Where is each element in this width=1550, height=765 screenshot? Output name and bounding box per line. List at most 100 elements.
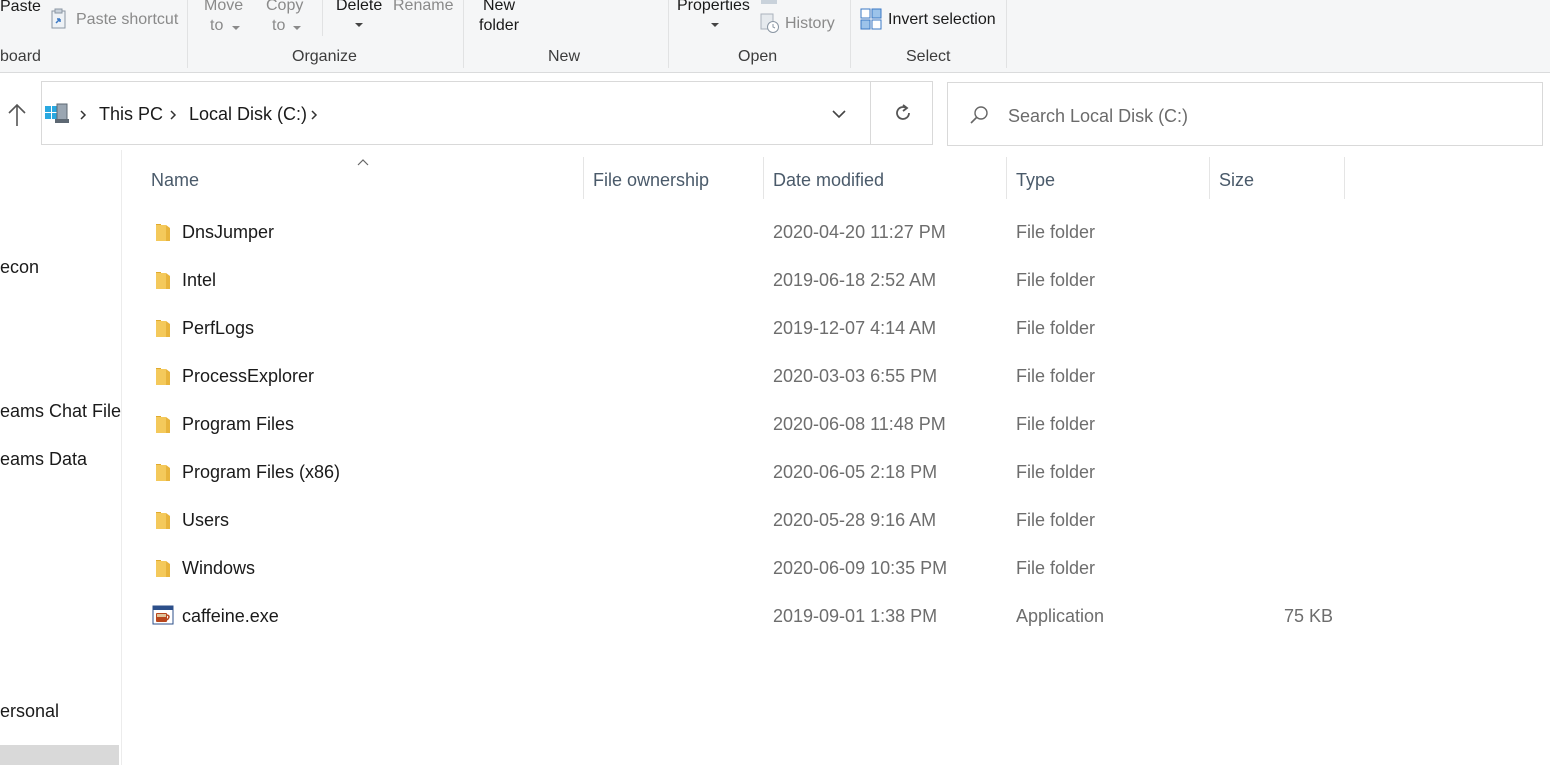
column-separator[interactable] xyxy=(583,157,584,199)
properties-dropdown-icon xyxy=(711,23,719,27)
paste-shortcut-button[interactable]: Paste shortcut xyxy=(50,8,180,34)
open-icon xyxy=(761,0,777,4)
paste-button[interactable]: Paste xyxy=(0,0,41,16)
folder-icon xyxy=(154,366,172,386)
invert-selection-button[interactable]: Invert selection xyxy=(860,8,1000,34)
ribbon-separator xyxy=(850,0,851,68)
breadcrumb-local-disk[interactable]: Local Disk (C:) xyxy=(189,104,307,125)
column-separator[interactable] xyxy=(763,157,764,199)
file-row[interactable]: PerfLogs 2019-12-07 4:14 AM File folder xyxy=(140,306,1350,350)
delete-button[interactable]: Delete xyxy=(335,0,383,41)
history-button[interactable]: History xyxy=(759,12,839,38)
file-row[interactable]: caffeine.exe 2019-09-01 1:38 PM Applicatio… xyxy=(140,594,1350,638)
paste-shortcut-label: Paste shortcut xyxy=(76,11,179,28)
file-row[interactable]: DnsJumper 2020-04-20 11:27 PM File folder xyxy=(140,210,1350,254)
paste-shortcut-icon xyxy=(51,8,66,29)
sort-ascending-icon xyxy=(357,159,369,166)
file-name: Program Files xyxy=(182,414,295,434)
folder-icon xyxy=(154,510,172,530)
file-size: 75 KB xyxy=(1283,606,1333,626)
search-icon xyxy=(970,106,988,124)
new-folder-label-1: New xyxy=(483,0,516,14)
file-row[interactable]: Windows 2020-06-09 10:35 PM File folder xyxy=(140,546,1350,590)
file-name: DnsJumper xyxy=(182,222,275,242)
nav-item-econ[interactable]: econ xyxy=(0,257,39,278)
copy-to-label-1: Copy xyxy=(266,0,304,14)
file-row[interactable]: Program Files 2020-06-08 11:48 PM File fol… xyxy=(140,402,1350,446)
file-date-modified: 2020-06-08 11:48 PM xyxy=(773,414,946,434)
move-to-button[interactable]: Move to xyxy=(203,0,249,41)
rename-button[interactable]: Rename xyxy=(393,0,453,15)
application-icon xyxy=(152,604,174,625)
column-separator[interactable] xyxy=(1344,157,1345,199)
file-date-modified: 2020-04-20 11:27 PM xyxy=(773,222,946,242)
file-row[interactable]: Intel 2019-06-18 2:52 AM File folder xyxy=(140,258,1350,302)
nav-item-selected[interactable] xyxy=(0,745,119,765)
file-row[interactable]: Users 2020-05-28 9:16 AM File folder xyxy=(140,498,1350,542)
ribbon: Paste Paste shortcut board Move to Copy … xyxy=(0,0,1550,73)
column-header-size[interactable]: Size xyxy=(1219,170,1254,191)
nav-item-personal[interactable]: ersonal xyxy=(0,701,59,722)
copy-to-button[interactable]: Copy to xyxy=(266,0,306,41)
invert-selection-label: Invert selection xyxy=(888,11,996,28)
ribbon-separator xyxy=(322,0,323,36)
copy-to-dropdown-icon xyxy=(293,26,301,30)
file-type: File folder xyxy=(1016,558,1096,578)
file-type: File folder xyxy=(1016,222,1096,242)
column-separator[interactable] xyxy=(1209,157,1210,199)
file-row[interactable]: Program Files (x86) 2020-06-05 2:18 PM Fil… xyxy=(140,450,1350,494)
properties-label: Properties xyxy=(677,0,750,14)
search-input[interactable] xyxy=(1006,101,1530,131)
chevron-right-icon[interactable] xyxy=(76,108,90,122)
folder-icon xyxy=(154,414,172,434)
open-group-label: Open xyxy=(738,48,778,65)
history-label: History xyxy=(785,15,835,32)
copy-to-label-2: to xyxy=(272,17,286,34)
nav-item-teams-data[interactable]: eams Data xyxy=(0,449,87,470)
history-icon xyxy=(760,13,779,33)
folder-icon xyxy=(154,558,172,578)
new-group-label: New xyxy=(548,48,581,65)
file-type: File folder xyxy=(1016,510,1096,530)
refresh-icon[interactable] xyxy=(892,102,914,124)
file-date-modified: 2019-12-07 4:14 AM xyxy=(773,318,937,338)
file-type: File folder xyxy=(1016,366,1096,386)
file-name: caffeine.exe xyxy=(182,606,279,626)
file-name: Users xyxy=(182,510,230,530)
column-header-type[interactable]: Type xyxy=(1016,170,1055,191)
ribbon-separator xyxy=(187,0,188,68)
column-header-file-ownership[interactable]: File ownership xyxy=(593,170,709,191)
column-header-name[interactable]: Name xyxy=(151,170,199,191)
clipboard-group-label: board xyxy=(0,48,41,65)
ribbon-separator xyxy=(668,0,669,68)
folder-icon xyxy=(154,270,172,290)
address-divider xyxy=(870,82,871,144)
folder-icon xyxy=(154,318,172,338)
delete-dropdown-icon xyxy=(355,23,363,27)
file-type: File folder xyxy=(1016,270,1096,290)
file-name: Intel xyxy=(182,270,217,290)
address-bar[interactable]: This PC Local Disk (C:) xyxy=(41,81,933,145)
nav-item-teams-chat-files[interactable]: eams Chat Files xyxy=(0,401,121,422)
organize-group-label: Organize xyxy=(292,48,357,65)
file-date-modified: 2020-06-09 10:35 PM xyxy=(773,558,948,578)
chevron-right-icon[interactable] xyxy=(166,108,180,122)
file-type: File folder xyxy=(1016,414,1096,434)
column-separator[interactable] xyxy=(1006,157,1007,199)
breadcrumb-this-pc[interactable]: This PC xyxy=(99,104,163,125)
file-date-modified: 2020-03-03 6:55 PM xyxy=(773,366,938,386)
file-type: Application xyxy=(1016,606,1105,626)
column-header-date-modified[interactable]: Date modified xyxy=(773,170,884,191)
up-arrow-icon[interactable] xyxy=(4,100,30,130)
chevron-down-icon[interactable] xyxy=(830,107,848,121)
file-name: ProcessExplorer xyxy=(182,366,315,386)
this-pc-icon xyxy=(45,103,69,123)
file-date-modified: 2019-06-18 2:52 AM xyxy=(773,270,937,290)
chevron-right-icon[interactable] xyxy=(307,108,321,122)
properties-button[interactable]: Properties xyxy=(677,0,751,37)
file-date-modified: 2020-06-05 2:18 PM xyxy=(773,462,938,482)
file-row[interactable]: ProcessExplorer 2020-03-03 6:55 PM File fo… xyxy=(140,354,1350,398)
search-box[interactable] xyxy=(947,82,1543,146)
new-folder-button[interactable]: New folder xyxy=(478,0,528,41)
ribbon-separator xyxy=(463,0,464,68)
